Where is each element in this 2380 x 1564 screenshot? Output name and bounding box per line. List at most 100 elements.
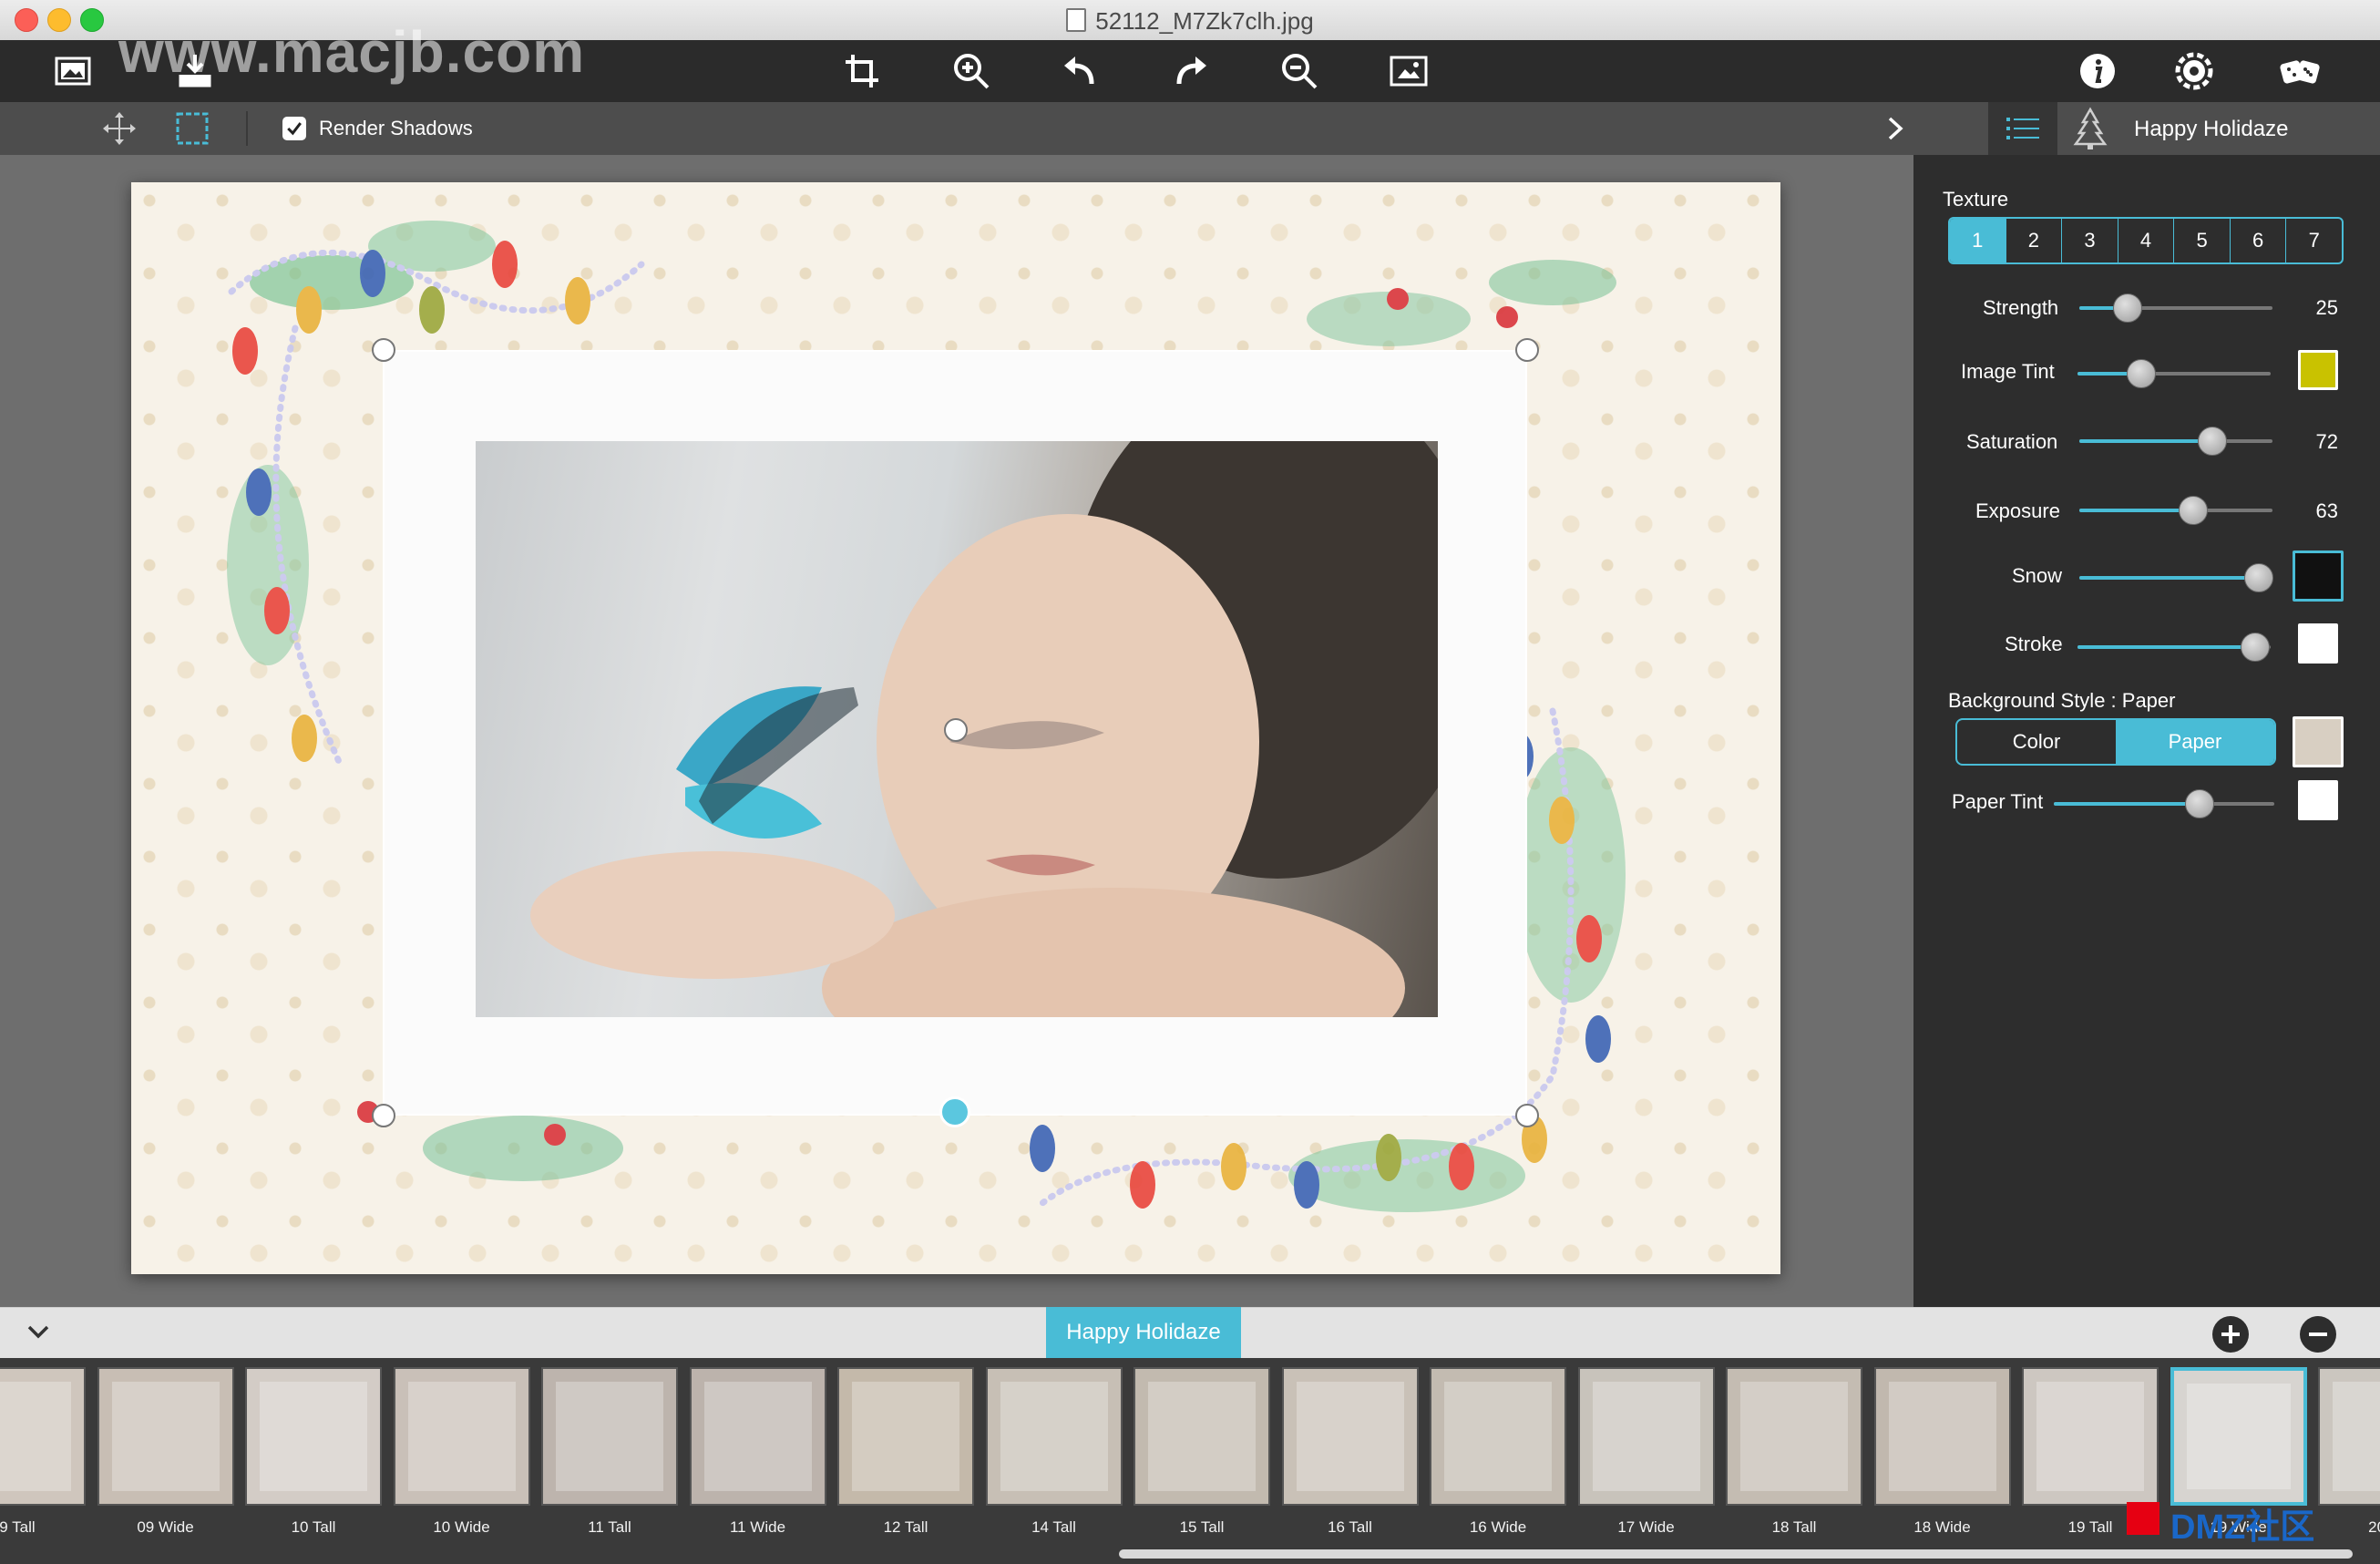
image-tint-slider[interactable] bbox=[2077, 359, 2271, 388]
list-view-icon[interactable] bbox=[1988, 102, 2057, 155]
template-thumbnail[interactable] bbox=[1873, 1367, 2011, 1506]
saturation-slider[interactable] bbox=[2079, 427, 2272, 456]
minus-icon bbox=[2309, 1332, 2327, 1336]
rotate-right-icon[interactable] bbox=[1163, 46, 1217, 97]
template-thumbnail-label: 09 Wide bbox=[137, 1518, 194, 1536]
resize-handle-bottom-left[interactable] bbox=[372, 1104, 395, 1127]
texture-option-7[interactable]: 7 bbox=[2285, 219, 2342, 262]
saturation-label: Saturation bbox=[1966, 430, 2058, 453]
move-tool-icon[interactable] bbox=[97, 108, 142, 149]
template-thumbnail[interactable] bbox=[1577, 1367, 1715, 1506]
stroke-label: Stroke bbox=[2005, 633, 2063, 655]
thumbnail-photo-area bbox=[260, 1382, 367, 1491]
paper-tint-swatch[interactable] bbox=[2298, 780, 2338, 820]
thumbnail-photo-area bbox=[1296, 1382, 1404, 1491]
stroke-slider-knob[interactable] bbox=[2241, 633, 2271, 662]
template-thumbnail-strip: 9 Tall 09 Wide 10 Tall 10 Wide 11 Tall 11 Wid… bbox=[0, 1358, 2380, 1564]
photo-library-icon[interactable] bbox=[46, 46, 100, 97]
chevron-down-icon[interactable] bbox=[20, 1320, 56, 1345]
texture-option-2[interactable]: 2 bbox=[2005, 219, 2062, 262]
snow-label: Snow bbox=[2012, 564, 2063, 587]
paper-tint-slider[interactable] bbox=[2054, 789, 2274, 818]
chevron-right-icon[interactable] bbox=[1877, 109, 1913, 148]
template-thumbnail-label: 18 Tall bbox=[1771, 1518, 1817, 1536]
template-thumbnail-label: 11 Wide bbox=[729, 1518, 786, 1536]
paper-tint-slider-knob[interactable] bbox=[2184, 789, 2214, 818]
texture-option-5[interactable]: 5 bbox=[2173, 219, 2230, 262]
template-thumbnail-label: 11 Tall bbox=[588, 1518, 631, 1536]
watermark-text: www.macjb.com bbox=[118, 19, 586, 85]
template-thumbnail[interactable] bbox=[985, 1367, 1123, 1506]
holiday-card-canvas[interactable] bbox=[131, 182, 1780, 1274]
template-thumbnail[interactable] bbox=[837, 1367, 974, 1506]
exposure-label: Exposure bbox=[1975, 499, 2060, 522]
zoom-in-icon[interactable] bbox=[944, 46, 999, 97]
resize-handle-bottom-right[interactable] bbox=[1515, 1104, 1539, 1127]
background-color-option[interactable]: Color bbox=[1957, 720, 2116, 764]
template-thumbnail[interactable] bbox=[1134, 1367, 1270, 1506]
template-thumbnail-label: 10 Tall bbox=[291, 1518, 336, 1536]
remove-template-button[interactable] bbox=[2300, 1316, 2336, 1353]
template-thumbnail[interactable] bbox=[0, 1367, 86, 1506]
strength-slider-knob[interactable] bbox=[2113, 293, 2142, 323]
template-thumbnail[interactable] bbox=[1430, 1367, 1566, 1506]
thumbnail-photo-area bbox=[1148, 1382, 1256, 1491]
template-thumbnail[interactable] bbox=[2170, 1367, 2307, 1506]
thumbnail-photo-area bbox=[2333, 1382, 2380, 1491]
strength-label: Strength bbox=[1983, 296, 2059, 319]
selection-tool-icon[interactable] bbox=[169, 108, 215, 149]
add-template-button[interactable] bbox=[2212, 1316, 2249, 1353]
snow-slider[interactable] bbox=[2079, 563, 2274, 592]
stroke-swatch[interactable] bbox=[2298, 623, 2338, 664]
render-shadows-checkbox[interactable] bbox=[282, 117, 306, 140]
stroke-slider[interactable] bbox=[2077, 633, 2271, 662]
rotate-left-icon[interactable] bbox=[1053, 46, 1108, 97]
plus-icon bbox=[2221, 1325, 2240, 1343]
background-style-label: Background Style : Paper bbox=[1948, 689, 2176, 712]
snow-slider-knob[interactable] bbox=[2244, 563, 2274, 592]
resize-handle-top-left[interactable] bbox=[372, 338, 395, 362]
resize-handle-top-right[interactable] bbox=[1515, 338, 1539, 362]
template-thumbnail[interactable] bbox=[541, 1367, 678, 1506]
template-thumbnail[interactable] bbox=[393, 1367, 530, 1506]
exposure-slider[interactable] bbox=[2079, 496, 2272, 525]
template-thumbnail[interactable] bbox=[1726, 1367, 1862, 1506]
snow-swatch[interactable] bbox=[2293, 550, 2344, 602]
template-thumbnail[interactable] bbox=[2318, 1367, 2380, 1506]
template-thumbnail-label: 18 Wide bbox=[1913, 1518, 1971, 1536]
watermark-logo-block bbox=[2127, 1502, 2159, 1535]
exposure-value: 63 bbox=[2315, 499, 2338, 522]
image-tint-slider-knob[interactable] bbox=[2126, 359, 2156, 388]
center-handle[interactable] bbox=[944, 718, 968, 742]
info-icon[interactable] bbox=[2070, 46, 2125, 97]
thumbnail-photo-area bbox=[0, 1382, 71, 1491]
settings-icon[interactable] bbox=[2167, 46, 2221, 97]
template-thumbnail-label: 9 Tall bbox=[0, 1518, 36, 1536]
template-thumbnail[interactable] bbox=[1281, 1367, 1419, 1506]
strength-slider[interactable] bbox=[2079, 293, 2272, 323]
template-thumbnail[interactable] bbox=[97, 1367, 234, 1506]
texture-option-1[interactable]: 1 bbox=[1950, 219, 2006, 262]
texture-option-6[interactable]: 6 bbox=[2229, 219, 2286, 262]
background-paper-option[interactable]: Paper bbox=[2116, 720, 2274, 764]
panel-title: Happy Holidaze bbox=[2134, 117, 2289, 141]
paper-texture-swatch[interactable] bbox=[2293, 716, 2344, 767]
template-thumbnail[interactable] bbox=[245, 1367, 382, 1506]
template-thumbnail[interactable] bbox=[2022, 1367, 2159, 1506]
random-dice-icon[interactable] bbox=[2272, 46, 2327, 97]
thumbnail-photo-area bbox=[111, 1382, 220, 1491]
texture-option-3[interactable]: 3 bbox=[2061, 219, 2118, 262]
horizontal-scrollbar[interactable] bbox=[1119, 1549, 2353, 1559]
crop-icon[interactable] bbox=[835, 46, 889, 97]
texture-option-4[interactable]: 4 bbox=[2117, 219, 2174, 262]
fit-image-icon[interactable] bbox=[1381, 46, 1436, 97]
exposure-slider-knob[interactable] bbox=[2179, 496, 2209, 525]
saturation-value: 72 bbox=[2315, 430, 2338, 453]
template-thumbnail[interactable] bbox=[689, 1367, 826, 1506]
image-tint-swatch[interactable] bbox=[2298, 350, 2338, 390]
template-thumbnail-label: 12 Tall bbox=[883, 1518, 928, 1536]
template-category-tab[interactable]: Happy Holidaze bbox=[1046, 1307, 1241, 1358]
rotate-handle[interactable] bbox=[939, 1096, 970, 1127]
zoom-out-icon[interactable] bbox=[1272, 46, 1327, 97]
document-icon bbox=[1066, 8, 1087, 32]
